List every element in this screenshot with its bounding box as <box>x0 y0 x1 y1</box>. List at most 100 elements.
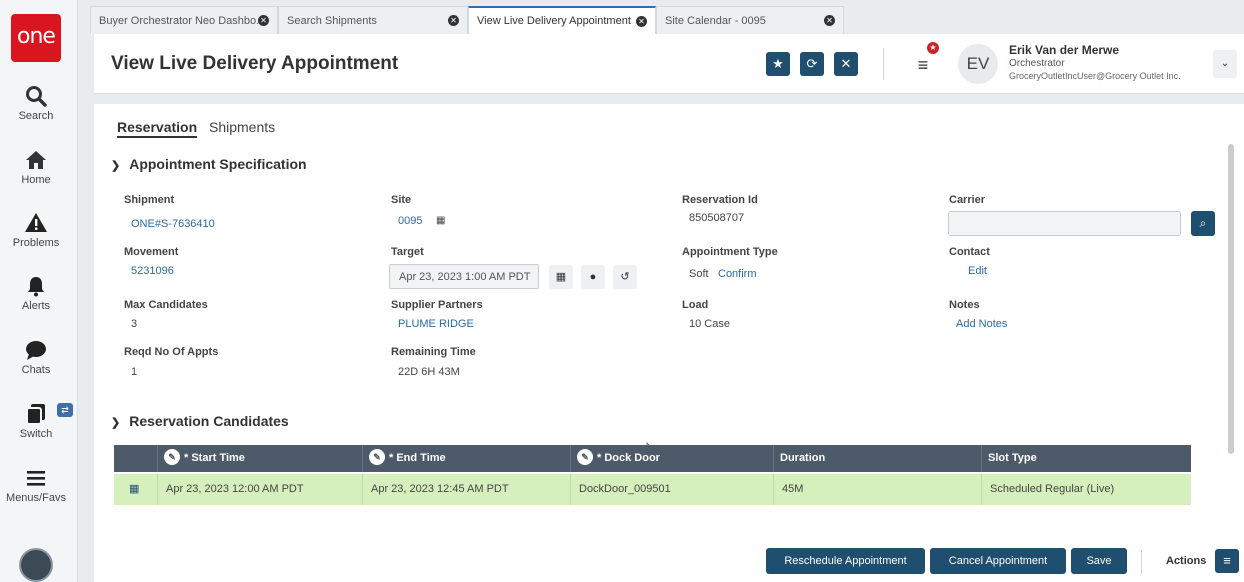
subtab-reservation[interactable]: Reservation <box>117 119 198 138</box>
save-button[interactable]: Save <box>1071 548 1127 574</box>
chat-icon <box>26 341 46 360</box>
favorite-button[interactable]: ★ <box>766 52 790 76</box>
max-candidates-value: 3 <box>131 318 138 330</box>
site-link[interactable]: 0095 <box>398 215 422 227</box>
tab-label: Site Calendar - 0095 <box>665 15 766 27</box>
footer-divider <box>1141 550 1142 574</box>
tab-label: Search Shipments <box>287 15 377 27</box>
close-icon[interactable]: ✕ <box>636 16 647 27</box>
chevron-down-icon: ❯ <box>111 160 121 172</box>
close-page-button[interactable]: ✕ <box>834 52 858 76</box>
add-notes-link[interactable]: Add Notes <box>956 318 1007 330</box>
search-icon <box>26 86 47 107</box>
contact-label: Contact <box>949 246 990 258</box>
column-start-time[interactable]: ✎ * Start Time <box>157 445 362 472</box>
close-icon[interactable]: ✕ <box>824 15 835 26</box>
search-icon: ⌕ <box>1199 216 1207 230</box>
one-logo[interactable]: one <box>11 14 61 62</box>
column-end-time[interactable]: ✎ * End Time <box>362 445 570 472</box>
table-header: ✎ * Start Time ✎ * End Time ✎ * Dock Door D… <box>114 445 1191 472</box>
switch-arrows-icon[interactable]: ⇄ <box>57 403 73 417</box>
reservation-id-value: 850508707 <box>689 212 745 224</box>
remaining-time-value: 22D 6H 43M <box>398 366 460 378</box>
supplier-label: Supplier Partners <box>391 299 483 311</box>
close-icon[interactable]: ✕ <box>258 15 269 26</box>
profile-avatar[interactable] <box>19 548 53 582</box>
sidebar-item-label: Alerts <box>21 300 51 312</box>
column-dock-door[interactable]: ✎ * Dock Door <box>570 445 773 472</box>
column-label: * Dock Door <box>597 452 660 464</box>
sidebar-item-search[interactable]: Search <box>0 84 72 122</box>
shipment-label: Shipment <box>124 194 175 206</box>
sidebar-item-label: Chats <box>21 364 51 376</box>
appointment-spec-header[interactable]: ❯ Appointment Specification <box>111 156 307 172</box>
appointment-type-value: Soft <box>689 268 709 280</box>
cancel-appointment-button[interactable]: Cancel Appointment <box>930 548 1066 574</box>
bell-icon <box>28 277 44 297</box>
section-title: Reservation Candidates <box>129 413 289 429</box>
sidebar-item-alerts[interactable]: Alerts <box>0 274 72 312</box>
user-avatar[interactable]: EV <box>958 44 998 84</box>
main-panel: Reservation Shipments ❯ Appointment Speci… <box>94 104 1244 582</box>
reservation-id-label: Reservation Id <box>682 194 758 206</box>
task-menu-icon[interactable]: ≡ <box>912 54 934 76</box>
tab-buyer-dashboard[interactable]: Buyer Orchestrator Neo Dashbo... ✕ <box>90 6 278 34</box>
tab-search-shipments[interactable]: Search Shipments ✕ <box>278 6 468 34</box>
target-date-field[interactable]: Apr 23, 2023 1:00 AM PDT <box>389 264 539 289</box>
shipment-link[interactable]: ONE#S-7636410 <box>131 218 215 230</box>
sidebar-item-chats[interactable]: Chats <box>0 338 72 376</box>
column-slot-type[interactable]: Slot Type <box>981 445 1191 472</box>
supplier-link[interactable]: PLUME RIDGE <box>398 318 474 330</box>
page-title: View Live Delivery Appointment <box>111 53 399 74</box>
pencil-icon: ✎ <box>164 449 180 466</box>
actions-menu-button[interactable]: ≡ <box>1215 549 1239 573</box>
load-label: Load <box>682 299 709 311</box>
sidebar-item-problems[interactable]: Problems <box>0 211 72 249</box>
tab-label: View Live Delivery Appointment <box>477 15 631 27</box>
reschedule-appointment-button[interactable]: Reschedule Appointment <box>766 548 925 574</box>
sidebar-item-menus-favs[interactable]: Menus/Favs <box>0 466 72 504</box>
switch-icon <box>26 404 45 425</box>
subtab-shipments[interactable]: Shipments <box>209 119 275 135</box>
carrier-search-button[interactable]: ⌕ <box>1191 211 1215 236</box>
reset-button[interactable]: ↺ <box>613 265 637 289</box>
contact-edit-link[interactable]: Edit <box>968 265 987 277</box>
user-menu-chevron-icon[interactable]: ⌄ <box>1213 50 1237 78</box>
column-duration[interactable]: Duration <box>773 445 981 472</box>
close-icon[interactable]: ✕ <box>448 15 459 26</box>
column-label: * Start Time <box>184 452 245 464</box>
column-label: Duration <box>780 452 826 464</box>
table-row[interactable]: ▦ Apr 23, 2023 12:00 AM PDT Apr 23, 2023… <box>114 474 1191 505</box>
appointment-type-label: Appointment Type <box>682 246 778 258</box>
load-value: 10 Case <box>689 318 730 330</box>
sidebar: one Search Home Problems Alerts Chats Sw… <box>0 0 78 582</box>
sidebar-item-label: Search <box>18 110 54 122</box>
tab-view-live-delivery[interactable]: View Live Delivery Appointment ✕ <box>468 6 656 34</box>
cell-slot-type: Scheduled Regular (Live) <box>981 474 1191 505</box>
reservation-candidates-header[interactable]: ❯ Reservation Candidates <box>111 413 289 429</box>
tab-site-calendar[interactable]: Site Calendar - 0095 ✕ <box>656 6 844 34</box>
column-label: Slot Type <box>988 452 1037 464</box>
carrier-label: Carrier <box>949 194 986 206</box>
calendar-button[interactable]: ▦ <box>549 265 573 289</box>
page-header: View Live Delivery Appointment ★ ⟳ ✕ ≡ ★… <box>94 34 1244 94</box>
user-role: Orchestrator <box>1009 58 1065 69</box>
refresh-button[interactable]: ⟳ <box>800 52 824 76</box>
warning-icon <box>25 213 47 232</box>
undo-icon: ↺ <box>620 271 630 283</box>
sidebar-item-label: Problems <box>12 237 60 249</box>
clock-button[interactable]: ● <box>581 265 605 289</box>
carrier-input[interactable] <box>948 211 1181 236</box>
movement-link[interactable]: 5231096 <box>131 265 174 277</box>
reqd-appts-label: Reqd No Of Appts <box>124 346 219 358</box>
confirm-link[interactable]: Confirm <box>718 268 757 280</box>
close-icon: ✕ <box>840 56 852 71</box>
sidebar-item-label: Switch <box>19 428 53 440</box>
actions-label: Actions <box>1166 555 1207 567</box>
calendar-icon[interactable]: ▦ <box>129 482 139 495</box>
target-label: Target <box>391 246 424 258</box>
cell-dock-door: DockDoor_009501 <box>570 474 773 505</box>
calendar-icon[interactable]: ▦ <box>436 215 445 226</box>
vertical-scrollbar[interactable] <box>1228 144 1234 454</box>
sidebar-item-home[interactable]: Home <box>0 148 72 186</box>
